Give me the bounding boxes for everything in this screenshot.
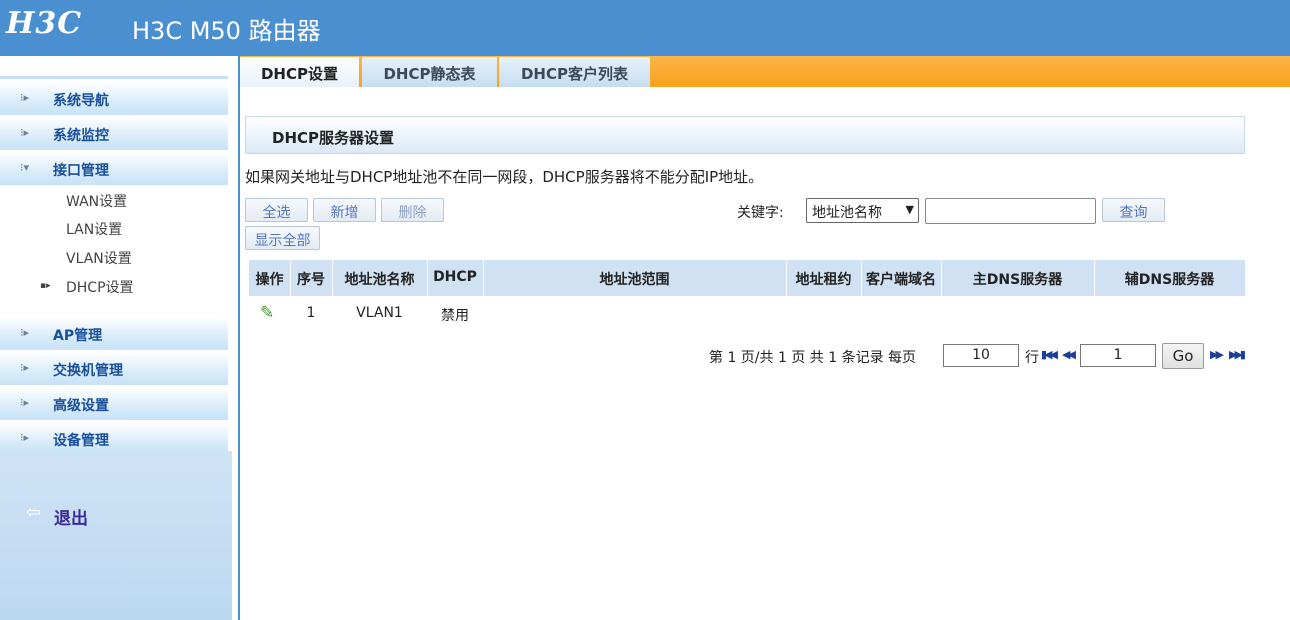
col-action: 操作	[255, 272, 284, 288]
chevron-down-icon: ▼	[905, 203, 914, 216]
section-title: DHCP服务器设置	[272, 129, 395, 147]
sidebar-item-label: AP管理	[53, 328, 103, 344]
cell-dhcp-status: 禁用	[441, 308, 469, 324]
sidebar-item-system-monitor[interactable]: ⁝▸ 系统监控	[0, 117, 228, 150]
dots-arrow-icon: ⁝▸	[20, 431, 30, 444]
table-header: 操作 序号 地址池名称 DHCP 地址池范围 地址租约 客户端域名 主DNS服务…	[249, 260, 1245, 296]
section-header: DHCP服务器设置	[245, 116, 1245, 154]
notice-text: 如果网关地址与DHCP地址池不在同一网段，DHCP服务器将不能分配IP地址。	[245, 168, 764, 186]
cell-pool-name: VLAN1	[356, 305, 403, 321]
cell-pool-range	[483, 296, 786, 334]
col-index: 序号	[297, 272, 325, 288]
sidebar-top-divider	[0, 76, 228, 79]
sidebar-item-switch-mgmt[interactable]: ⁝▸ 交换机管理	[0, 352, 228, 385]
sidebar-item-label: 交换机管理	[53, 363, 123, 379]
col-pool-range: 地址池范围	[599, 272, 670, 288]
cell-secondary-dns	[1094, 296, 1245, 334]
pagination-summary: 第 1 页/共 1 页 共 1 条记录 每页	[709, 350, 917, 366]
col-primary-dns: 主DNS服务器	[972, 272, 1063, 288]
sidebar-item-ap-mgmt[interactable]: ⁝▸ AP管理	[0, 317, 228, 350]
col-pool-name: 地址池名称	[344, 272, 415, 288]
prev-page-icon[interactable]: ◀◀	[1062, 348, 1076, 361]
cell-lease	[786, 296, 861, 334]
last-page-icon[interactable]: ▶▶▮	[1229, 348, 1246, 361]
rows-unit-label: 行	[1025, 350, 1039, 366]
tab-dhcp-static[interactable]: DHCP静态表	[362, 57, 497, 87]
tab-dhcp-settings[interactable]: DHCP设置	[240, 57, 359, 87]
sidebar-subitem-dhcp[interactable]: DHCP设置	[66, 277, 134, 297]
dots-arrow-icon: ⁝▸	[20, 361, 30, 374]
sidebar-item-label: 系统监控	[53, 128, 109, 144]
keyword-input[interactable]	[925, 198, 1096, 224]
sidebar-subitem-lan[interactable]: LAN设置	[66, 219, 122, 239]
keyword-label: 关键字:	[737, 205, 784, 221]
keyword-select[interactable]: 地址池名称 ▼	[806, 198, 919, 223]
col-lease: 地址租约	[795, 272, 852, 288]
sidebar-item-advanced[interactable]: ⁝▸ 高级设置	[0, 387, 228, 420]
col-dhcp: DHCP	[433, 269, 477, 285]
sidebar-divider	[238, 56, 240, 620]
dots-arrow-icon: ⁝▸	[20, 396, 30, 409]
first-page-icon[interactable]: ▮◀◀	[1041, 348, 1058, 361]
page-number-input[interactable]: 1	[1080, 344, 1156, 367]
sidebar-item-device-mgmt[interactable]: ⁝▸ 设备管理	[0, 422, 228, 455]
sidebar-item-interface-mgmt[interactable]: ⁝▾ 接口管理	[0, 152, 228, 185]
col-client-domain: 客户端域名	[866, 272, 936, 288]
keyword-select-value: 地址池名称	[812, 205, 882, 221]
dots-arrow-icon: ⁝▸	[20, 91, 30, 104]
sidebar-item-label: 接口管理	[53, 163, 109, 179]
table-row: ✎ 1 VLAN1 禁用	[249, 296, 1245, 334]
sidebar-item-label: 设备管理	[53, 433, 109, 449]
dots-arrow-icon: ⁝▸	[20, 126, 30, 139]
dots-arrow-icon: ⁝▸	[20, 326, 30, 339]
add-button[interactable]: 新增	[313, 198, 376, 222]
edit-pencil-icon[interactable]: ✎	[260, 303, 274, 323]
app-title: H3C M50 路由器	[132, 17, 321, 45]
dots-arrow-down-icon: ⁝▾	[20, 161, 30, 174]
sidebar-subitem-wan[interactable]: WAN设置	[66, 191, 127, 211]
sidebar-item-label: 高级设置	[53, 398, 109, 414]
app-header: H3C H3C M50 路由器	[0, 0, 1290, 56]
cell-index: 1	[306, 305, 316, 321]
show-all-button[interactable]: 显示全部	[245, 226, 320, 250]
search-button[interactable]: 查询	[1102, 198, 1165, 222]
select-all-button[interactable]: 全选	[245, 198, 308, 222]
cell-primary-dns	[941, 296, 1094, 334]
logout-icon: ⇦	[26, 502, 42, 523]
bullet-icon: ▪▸	[40, 281, 51, 291]
sidebar-item-system-nav[interactable]: ⁝▸ 系统导航	[0, 82, 228, 115]
logout-label: 退出	[54, 509, 88, 529]
per-page-input[interactable]: 10	[943, 344, 1019, 367]
sidebar-subitem-vlan[interactable]: VLAN设置	[66, 248, 132, 268]
h3c-logo: H3C	[6, 6, 83, 41]
delete-button[interactable]: 删除	[381, 198, 444, 222]
go-button[interactable]: Go	[1162, 343, 1204, 369]
cell-client-domain	[861, 296, 941, 334]
sidebar-item-label: 系统导航	[53, 93, 109, 109]
col-secondary-dns: 辅DNS服务器	[1124, 272, 1215, 288]
tab-bar: DHCP设置 DHCP静态表 DHCP客户列表	[240, 56, 1290, 87]
next-page-icon[interactable]: ▶▶	[1210, 348, 1224, 361]
tab-dhcp-clients[interactable]: DHCP客户列表	[499, 57, 650, 87]
